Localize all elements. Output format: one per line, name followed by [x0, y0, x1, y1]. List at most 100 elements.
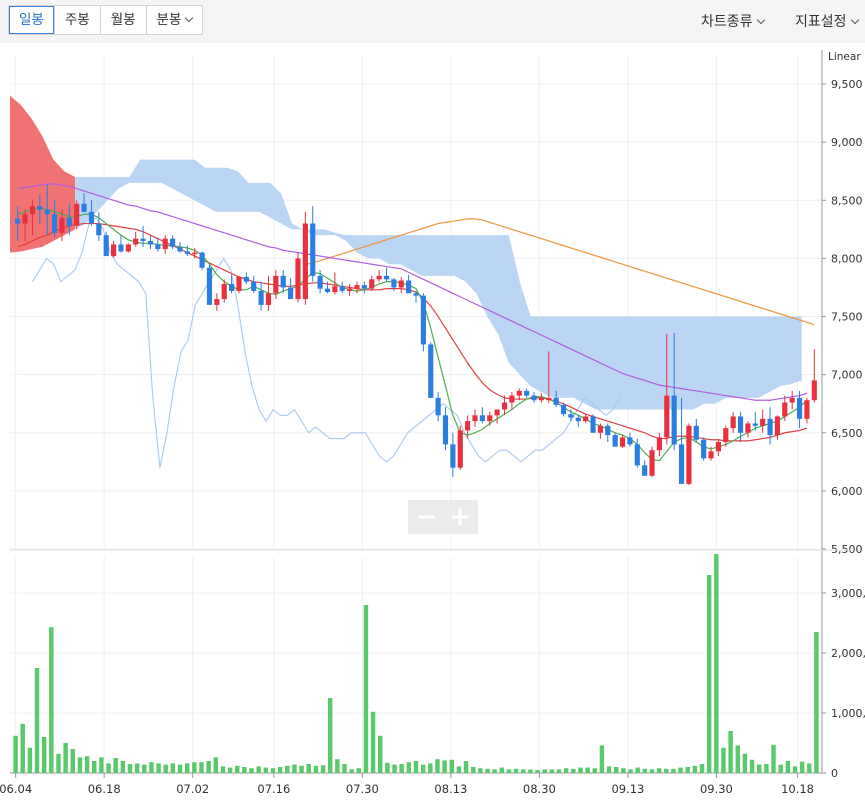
period-monthly-button[interactable]: 월봉 [101, 6, 147, 34]
volume-bar [106, 763, 111, 773]
volume-bar [563, 768, 569, 773]
candle-body [782, 402, 788, 417]
volume-bar [642, 768, 648, 773]
volume-bar [692, 765, 698, 773]
volume-tick-label: 0 [831, 767, 838, 780]
candle-body [737, 416, 744, 433]
candle-body [531, 395, 537, 401]
volume-bar [56, 753, 61, 773]
candle-body [347, 288, 353, 291]
volume-bar [335, 759, 340, 773]
candle-body [723, 428, 729, 443]
candle-body [501, 402, 508, 410]
volume-bar [342, 764, 347, 773]
volume-bar [721, 747, 726, 773]
volume-bar [571, 768, 576, 773]
candle-body [568, 414, 574, 418]
candle-body [310, 223, 316, 276]
volume-bar [149, 762, 154, 773]
indicator-settings-dropdown[interactable]: 지표설정 [795, 11, 859, 31]
volume-bar [285, 765, 290, 773]
volume-bar [70, 749, 75, 773]
chevron-down-icon [756, 15, 765, 25]
volume-bar [656, 768, 662, 773]
candle-body [450, 444, 456, 468]
volume-bar [99, 757, 104, 773]
period-minute-dropdown[interactable]: 분봉 [147, 6, 203, 34]
candle-body [479, 415, 485, 422]
candle-body [730, 416, 736, 429]
volume-bar [270, 768, 276, 773]
period-daily-button[interactable]: 일봉 [9, 6, 55, 34]
volume-bar [84, 756, 90, 773]
volume-bar [456, 766, 462, 773]
volume-bar [785, 761, 791, 773]
candle-body [428, 344, 434, 398]
volume-bar [306, 764, 311, 773]
volume-bar [585, 767, 590, 773]
volume-bar [613, 767, 619, 773]
x-tick-label: 10.18 [781, 782, 814, 796]
candle-body [553, 397, 559, 405]
candle-body [133, 238, 139, 245]
candle-body [354, 285, 360, 289]
candle-body [147, 240, 154, 245]
volume-bar [478, 768, 483, 773]
candle-body [74, 203, 80, 226]
candle-body [324, 288, 331, 293]
x-tick-label: 08.30 [523, 782, 556, 796]
candle-body [538, 397, 544, 401]
volume-bar [263, 767, 269, 773]
candle-body [37, 206, 43, 210]
candle-body [192, 252, 198, 255]
y-tick-label: 6,500 [831, 427, 863, 440]
volume-bar [49, 627, 54, 773]
chart-type-dropdown[interactable]: 차트종류 [701, 11, 765, 31]
candle-body [265, 293, 272, 305]
candle-body [140, 238, 146, 241]
volume-bar [664, 768, 669, 773]
volume-bar [313, 765, 319, 773]
candle-body [155, 244, 161, 250]
volume-bar [714, 554, 719, 773]
candle-body [752, 423, 758, 426]
candle-body [361, 285, 367, 289]
period-weekly-button[interactable]: 주봉 [55, 6, 101, 34]
volume-bar [320, 765, 326, 773]
candle-body [214, 299, 220, 305]
candle-body [678, 444, 685, 484]
candle-body [369, 279, 375, 289]
candle-body [649, 450, 655, 476]
chart-canvas[interactable]: 06.04 06.18 07.02 07.16 07.30 08.13 08.30 09.13… [0, 43, 865, 805]
candle-body [760, 418, 766, 426]
candle-body [708, 451, 714, 459]
volume-bar [378, 735, 383, 773]
volume-bar [120, 761, 126, 773]
volume-tick-label: 2,000,00 [831, 647, 865, 660]
candle-body [206, 267, 213, 305]
volume-tick-label: 1,000,00 [831, 707, 865, 720]
zoom-in-button[interactable]: + [443, 502, 477, 532]
candle-body [236, 277, 242, 291]
volume-bar [392, 764, 397, 773]
chevron-down-icon [850, 15, 859, 25]
x-tick-label: 07.02 [176, 782, 209, 796]
volume-bar [63, 743, 68, 773]
volume-bar [528, 769, 533, 773]
candle-body [170, 238, 176, 247]
candle-body [472, 415, 478, 422]
volume-bar [485, 768, 490, 773]
candle-body [811, 380, 817, 401]
volume-bar [156, 763, 161, 773]
candle-body [509, 395, 515, 403]
candle-body [66, 217, 72, 226]
candle-body [597, 425, 603, 433]
x-tick-label: 09.13 [611, 782, 644, 796]
volume-bar [213, 757, 219, 773]
scale-label: Linear [828, 51, 861, 63]
volume-bar [649, 769, 655, 773]
zoom-out-button[interactable]: − [409, 502, 443, 532]
chart-type-label: 차트종류 [701, 14, 753, 30]
stock-chart-area[interactable]: 06.04 06.18 07.02 07.16 07.30 08.13 08.30 09.13… [0, 43, 865, 805]
y-tick-label: 6,000 [831, 485, 863, 498]
